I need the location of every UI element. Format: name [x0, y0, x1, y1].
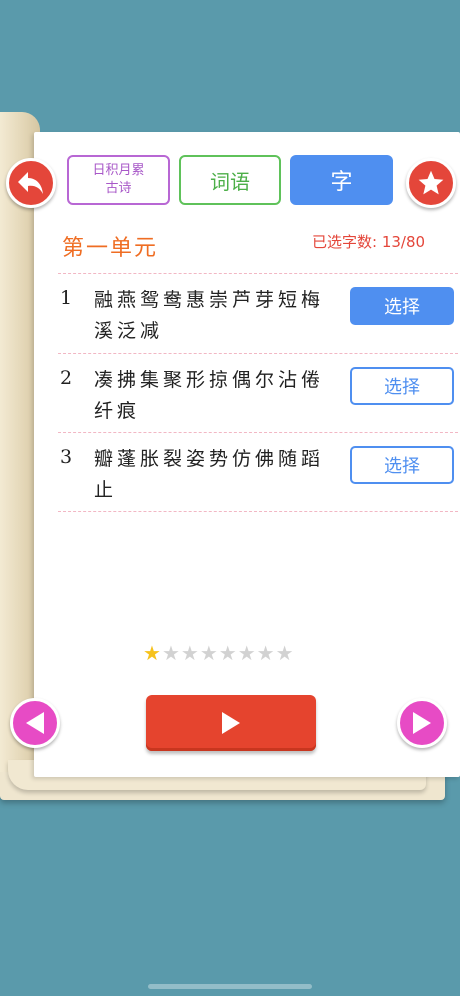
select-button[interactable]: 选择: [350, 367, 454, 405]
previous-button[interactable]: [10, 698, 60, 748]
tab-daily-poetry[interactable]: 日积月累 古诗: [67, 155, 170, 205]
tab-daily-line1: 日积月累: [92, 163, 145, 178]
star-empty-icon: ★: [237, 641, 256, 665]
row-number: 3: [60, 446, 73, 468]
row-characters: 凑拂集聚形掠偶尔沾倦纤痕: [94, 369, 325, 422]
star-empty-icon: ★: [275, 641, 294, 665]
row-number: 1: [60, 287, 73, 309]
star-empty-icon: ★: [199, 641, 218, 665]
divider: [58, 353, 458, 354]
selected-count: 已选字数: 13/80: [312, 231, 425, 252]
unit-title: 第一单元: [62, 236, 159, 261]
back-button[interactable]: [6, 158, 56, 208]
tab-characters[interactable]: 字: [290, 155, 393, 205]
tab-words[interactable]: 词语: [179, 155, 281, 205]
divider: [58, 273, 458, 274]
list-item: 2 凑拂集聚形掠偶尔沾倦纤痕 选择: [58, 361, 458, 439]
row-characters: 瓣蓬胀裂姿势仿佛随蹈止: [94, 448, 325, 501]
tab-characters-label: 字: [330, 170, 353, 195]
favorite-button[interactable]: [406, 158, 456, 208]
triangle-left-icon: [26, 712, 44, 734]
row-characters: 融燕鸳鸯惠崇芦芽短梅溪泛减: [94, 289, 325, 342]
tab-words-label: 词语: [210, 169, 250, 194]
star-empty-icon: ★: [161, 641, 180, 665]
progress-rating: ★ ★ ★ ★ ★ ★ ★ ★: [143, 643, 294, 663]
selected-count-value: 13/80: [381, 233, 426, 251]
star-icon: [418, 170, 444, 195]
select-button[interactable]: 选择: [350, 287, 454, 325]
star-empty-icon: ★: [218, 641, 237, 665]
select-button[interactable]: 选择: [350, 446, 454, 484]
divider: [58, 432, 458, 433]
star-filled-icon: ★: [143, 641, 161, 665]
list-item: 1 融燕鸳鸯惠崇芦芽短梅溪泛减 选择: [58, 281, 458, 359]
home-indicator: [148, 984, 312, 989]
back-arrow-icon: [18, 172, 43, 194]
star-empty-icon: ★: [180, 641, 199, 665]
selected-count-label: 已选字数:: [312, 233, 378, 251]
list-item: 3 瓣蓬胀裂姿势仿佛随蹈止 选择: [58, 440, 458, 518]
tab-daily-line2: 古诗: [105, 181, 132, 196]
triangle-right-icon: [413, 712, 431, 734]
row-number: 2: [60, 367, 73, 389]
next-button[interactable]: [397, 698, 447, 748]
divider: [58, 511, 458, 512]
play-button[interactable]: [146, 695, 316, 751]
play-icon: [222, 712, 240, 734]
star-empty-icon: ★: [256, 641, 275, 665]
